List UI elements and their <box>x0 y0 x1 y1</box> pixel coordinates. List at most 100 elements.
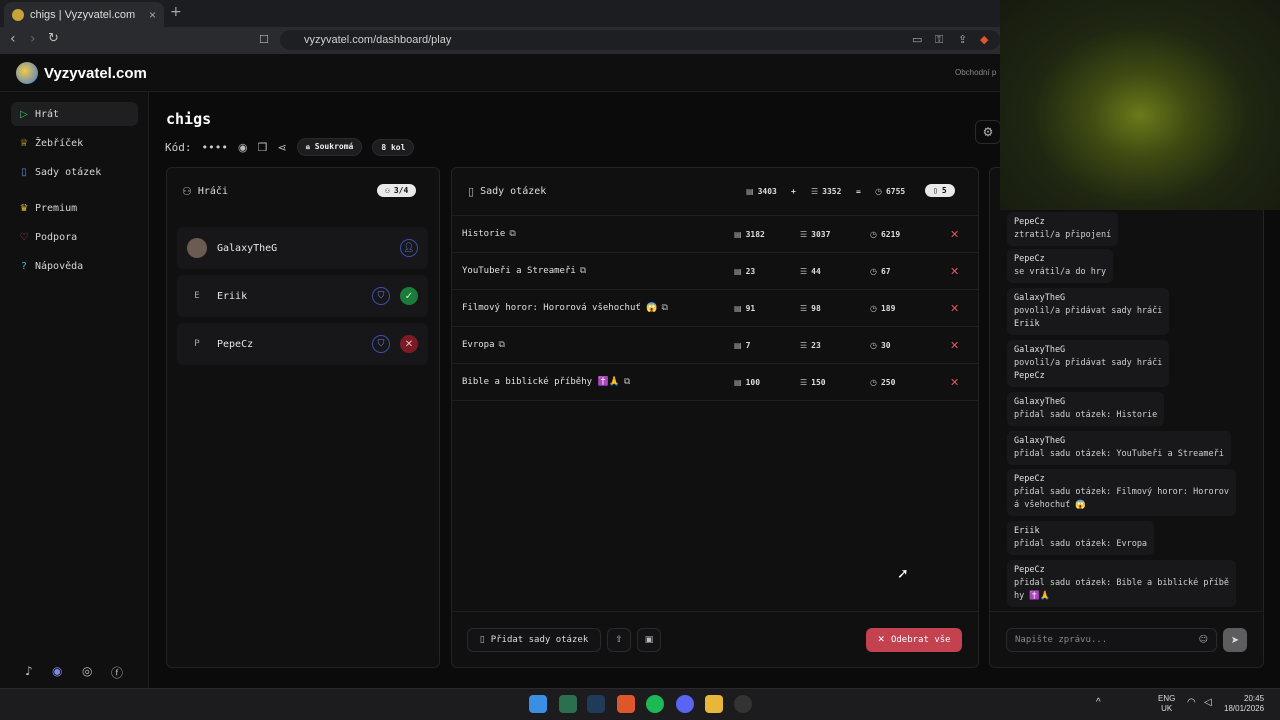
set-stat-c-value: 189 <box>880 303 896 313</box>
privacy-badge[interactable]: 🔒︎ Soukromá <box>296 138 363 156</box>
set-name[interactable]: YouTubeři a Streameři <box>462 266 576 276</box>
close-tab-icon[interactable]: × <box>149 8 156 22</box>
rounds-badge[interactable]: 8 kol <box>372 138 415 156</box>
settings-button[interactable]: ⚙ <box>975 120 1001 144</box>
external-link-icon[interactable]: ⧉ <box>499 340 505 350</box>
chat-author: GalaxyTheG <box>1014 345 1066 355</box>
chat-placeholder: Napište zprávu... <box>1015 635 1108 645</box>
remove-all-label: Odebrat vše <box>890 635 951 645</box>
remove-set-icon[interactable]: ✕ <box>950 265 959 278</box>
remove-set-icon[interactable]: ✕ <box>950 339 959 352</box>
doc-icon: ▤ <box>734 377 742 387</box>
spotify-icon[interactable] <box>646 695 664 713</box>
set-stat-a: ▤ 23 <box>734 267 755 276</box>
reload-icon[interactable]: ↻ <box>48 31 59 46</box>
discord-icon[interactable] <box>676 695 694 713</box>
player-name: Eriik <box>217 290 248 302</box>
copy-icon[interactable]: ❐ <box>258 141 268 154</box>
chat-author: PepeCz <box>1014 565 1045 575</box>
logo-mark-icon <box>16 62 38 84</box>
set-stat-a: ▤ 91 <box>734 304 755 313</box>
external-link-icon[interactable]: ⧉ <box>580 266 586 276</box>
webcam-overlay <box>1000 0 1280 210</box>
date: 18/01/2026 <box>1224 704 1265 713</box>
set-stat-c: ◷ 189 <box>870 304 895 313</box>
send-button[interactable]: ➤ <box>1223 628 1247 652</box>
close-icon[interactable]: ✕ <box>400 335 418 353</box>
file-explorer-icon[interactable] <box>705 695 723 713</box>
lang-top: ENG <box>1158 694 1176 703</box>
discord-icon[interactable]: ◉ <box>52 664 62 678</box>
upload-button[interactable]: ⇧ <box>607 628 631 652</box>
sidebar-item-question-sets[interactable]: ▯ Sady otázek <box>11 160 138 184</box>
instagram-icon[interactable]: ◎ <box>82 664 92 678</box>
language-indicator[interactable]: ENG UK <box>1158 694 1175 714</box>
site-logo[interactable]: Vyzyvatel.com <box>16 62 147 84</box>
app-icon[interactable] <box>734 695 752 713</box>
remove-set-icon[interactable]: ✕ <box>950 228 959 241</box>
cast-icon[interactable]: ▭ <box>912 33 922 46</box>
set-name[interactable]: Historie <box>462 229 505 239</box>
player-row[interactable]: E Eriik ⛉ ✓ <box>177 275 428 317</box>
code-label: Kód: <box>165 140 192 154</box>
sidebar-item-leaderboard[interactable]: ♕ Žebříček <box>11 131 138 155</box>
windows-start-icon[interactable] <box>529 695 547 713</box>
external-link-icon[interactable]: ⧉ <box>624 377 630 387</box>
remove-all-button[interactable]: ✕ Odebrat vše <box>866 628 962 652</box>
add-sets-button[interactable]: ▯ Přidat sady otázek <box>467 628 601 652</box>
chat-input[interactable]: Napište zprávu... ☺ <box>1006 628 1217 652</box>
external-link-icon[interactable]: ⧉ <box>509 229 515 239</box>
shield-icon[interactable]: ⛉ <box>372 287 390 305</box>
sidebar-item-play[interactable]: ▷ Hrát <box>11 102 138 126</box>
volume-icon[interactable]: ◁ <box>1204 698 1212 708</box>
chat-target: Eriik <box>1014 319 1040 329</box>
check-icon[interactable]: ✓ <box>400 287 418 305</box>
share-icon[interactable]: ⋖ <box>277 141 286 154</box>
external-link-icon[interactable]: ⧉ <box>661 303 667 313</box>
remove-set-icon[interactable]: ✕ <box>950 302 959 315</box>
set-row: YouTubeři a Streameři ⧉ ▤ 23 ☰ 44 ◷ 67 ✕ <box>452 253 978 290</box>
chat-text: ztratil/a připojení <box>1014 230 1112 240</box>
facebook-icon[interactable]: ⓕ <box>111 664 123 681</box>
set-name[interactable]: Bible a biblické příběhy ✝️🙏 <box>462 377 620 387</box>
clock-icon: ◷ <box>870 340 877 350</box>
sidebar-item-support[interactable]: ♡ Podpora <box>11 225 138 249</box>
set-name[interactable]: Evropa <box>462 340 495 350</box>
lock-icon: 🔒︎ <box>305 142 310 151</box>
remove-set-icon[interactable]: ✕ <box>950 376 959 389</box>
emoji-icon[interactable]: ☺ <box>1199 635 1208 645</box>
set-name[interactable]: Filmový horor: Hororová všehochuť 😱 <box>462 303 657 313</box>
browser-tab[interactable]: chigs | Vyzyvatel.com × <box>4 2 164 27</box>
chevron-up-icon[interactable]: ^ <box>1096 698 1101 708</box>
sets-count: 5 <box>941 186 947 195</box>
player-row[interactable]: P PepeCz ⛉ ✕ <box>177 323 428 365</box>
shield-icon[interactable]: ⛉ <box>372 335 390 353</box>
back-icon[interactable]: ‹ <box>10 31 16 47</box>
clock[interactable]: 20:45 18/01/2026 <box>1224 694 1264 714</box>
url-field[interactable]: vyzyvatel.com/dashboard/play <box>280 30 1000 50</box>
chat-text: povolil/a přidávat sady hráči <box>1014 358 1163 368</box>
bookmark-icon[interactable]: ☐ <box>259 33 269 46</box>
doc-icon: ▤ <box>734 229 742 239</box>
player-row[interactable]: GalaxyTheG 👤︎ <box>177 227 428 269</box>
forward-icon[interactable]: › <box>30 31 36 47</box>
brave-shield-icon[interactable]: ◆ <box>980 33 988 46</box>
sidebar-item-premium[interactable]: ♛ Premium <box>11 196 138 220</box>
save-button[interactable]: ▣ <box>637 628 661 652</box>
steam-icon[interactable] <box>587 695 605 713</box>
wifi-icon[interactable]: ◠ <box>1187 698 1196 708</box>
brave-icon[interactable] <box>617 695 635 713</box>
clock-icon: ◷ <box>870 303 877 313</box>
eye-icon[interactable]: ◉ <box>238 141 248 154</box>
new-tab-button[interactable]: + <box>170 4 182 20</box>
app-icon[interactable] <box>559 695 577 713</box>
tiktok-icon[interactable]: ♪ <box>25 664 33 678</box>
key-icon[interactable]: ⚿ <box>935 33 943 47</box>
upload-icon: ⇧ <box>615 635 623 645</box>
book-icon: ▯ <box>468 185 475 198</box>
header-link[interactable]: Obchodní p <box>955 68 996 77</box>
share-icon[interactable]: ⇪ <box>958 33 967 46</box>
total-questions-a: ▤ 3403 <box>746 187 777 196</box>
sidebar-item-help[interactable]: ? Nápověda <box>11 254 138 278</box>
set-stat-a: ▤ 100 <box>734 378 760 387</box>
